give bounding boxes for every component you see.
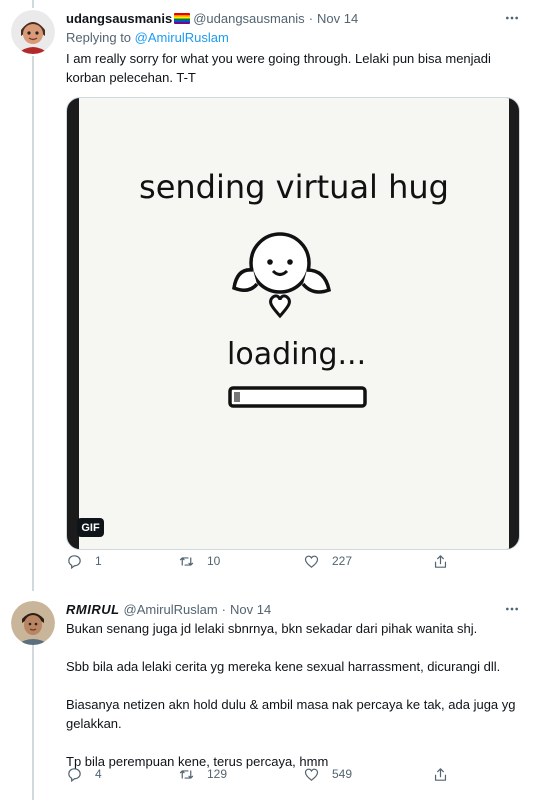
retweet-button[interactable]: 10 bbox=[178, 550, 220, 572]
gif-illustration: sending virtual hug loading... bbox=[139, 168, 449, 408]
avatar[interactable] bbox=[11, 10, 55, 54]
tweet-paragraph: Bukan senang juga jd lelaki sbnrnya, bkn… bbox=[66, 621, 478, 636]
tweet-date[interactable]: Nov 14 bbox=[230, 602, 271, 617]
display-name[interactable]: RMIRUL bbox=[66, 602, 120, 617]
reply-button[interactable]: 1 bbox=[66, 550, 102, 572]
heart-icon bbox=[269, 294, 291, 319]
tweet-paragraph: Sbb bila ada lelaki cerita yg mereka ken… bbox=[66, 659, 501, 674]
tweet-text: Bukan senang juga jd lelaki sbnrnya, bkn… bbox=[66, 619, 526, 790]
thread-connector-line bbox=[32, 56, 34, 591]
more-options-button[interactable] bbox=[503, 600, 521, 618]
tweet-date[interactable]: Nov 14 bbox=[317, 11, 358, 26]
gif-progress-fill bbox=[234, 392, 240, 402]
ghost-left-eye bbox=[267, 259, 273, 265]
share-icon bbox=[434, 554, 447, 568]
gif-frame: sending virtual hug loading... bbox=[79, 98, 509, 549]
reply-count: 4 bbox=[95, 767, 102, 781]
share-icon bbox=[434, 767, 447, 781]
heart-icon bbox=[304, 555, 319, 568]
retweet-count: 129 bbox=[207, 767, 228, 781]
ghost-body bbox=[249, 232, 311, 294]
retweet-icon bbox=[179, 556, 194, 566]
gif-caption: sending virtual hug bbox=[139, 168, 449, 206]
more-horizontal-icon bbox=[506, 16, 518, 20]
avatar[interactable] bbox=[11, 601, 55, 645]
thread-connector-line bbox=[32, 645, 34, 800]
like-count: 549 bbox=[332, 767, 353, 781]
retweet-icon bbox=[179, 769, 194, 779]
reply-icon bbox=[68, 767, 81, 782]
reply-icon bbox=[68, 554, 81, 569]
share-button[interactable] bbox=[432, 763, 449, 785]
heart-icon bbox=[304, 768, 319, 781]
gif-loading-text: loading... bbox=[227, 337, 366, 372]
ghost-left-arm bbox=[232, 268, 259, 292]
retweet-count: 10 bbox=[207, 554, 221, 568]
tweet-udangsausmanis[interactable]: udangsausmanis @udangsausmanis · Nov 14 … bbox=[0, 0, 535, 591]
like-button[interactable]: 227 bbox=[303, 550, 352, 572]
reply-count: 1 bbox=[95, 554, 102, 568]
tweet-paragraph: Biasanya netizen akn hold dulu & ambil m… bbox=[66, 697, 516, 731]
more-horizontal-icon bbox=[506, 607, 518, 611]
replying-to-link[interactable]: @AmirulRuslam bbox=[135, 30, 229, 45]
gif-media[interactable]: sending virtual hug loading... bbox=[66, 97, 520, 550]
gif-progress-bar bbox=[228, 386, 367, 408]
ghost-right-eye bbox=[287, 259, 293, 265]
user-handle[interactable]: @udangsausmanis bbox=[193, 11, 304, 26]
like-count: 227 bbox=[332, 554, 353, 568]
tweet-amirulruslam[interactable]: RMIRUL @AmirulRuslam · Nov 14 Bukan sena… bbox=[0, 591, 535, 800]
display-name[interactable]: udangsausmanis bbox=[66, 11, 172, 26]
gif-badge: GIF bbox=[77, 518, 104, 537]
tweet-header: udangsausmanis @udangsausmanis · Nov 14 bbox=[66, 8, 358, 28]
ghost-right-arm bbox=[301, 268, 332, 294]
tweet-header: RMIRUL @AmirulRuslam · Nov 14 bbox=[66, 599, 271, 619]
replying-to-prefix: Replying to bbox=[66, 30, 132, 45]
retweet-button[interactable]: 129 bbox=[178, 763, 227, 785]
separator: · bbox=[308, 10, 314, 26]
share-button[interactable] bbox=[432, 550, 449, 572]
like-button[interactable]: 549 bbox=[303, 763, 352, 785]
rainbow-flag-icon bbox=[174, 12, 191, 24]
separator: · bbox=[221, 601, 226, 617]
tweet-text: I am really sorry for what you were goin… bbox=[66, 51, 491, 85]
user-handle[interactable]: @AmirulRuslam bbox=[124, 602, 218, 617]
more-options-button[interactable] bbox=[503, 9, 521, 27]
thread-connector-top bbox=[32, 0, 34, 8]
replying-to: Replying to @AmirulRuslam bbox=[66, 30, 229, 45]
reply-button[interactable]: 4 bbox=[66, 763, 102, 785]
tweet-paragraph: Tp bila perempuan kene, terus percaya, h… bbox=[66, 754, 329, 769]
